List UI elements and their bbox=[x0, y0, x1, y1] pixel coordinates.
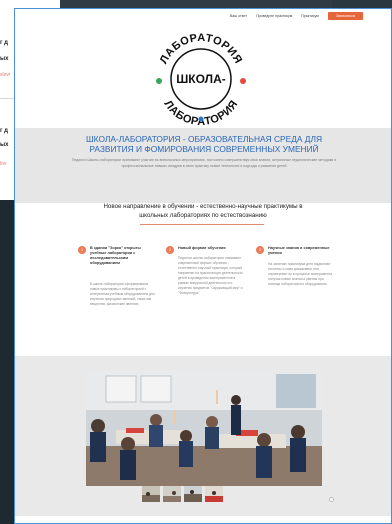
nav-item-answer[interactable]: Ваш ответ bbox=[230, 14, 247, 18]
classroom-photo[interactable] bbox=[86, 370, 322, 486]
background-text: г д bbox=[0, 128, 8, 134]
card-number-badge: 1 bbox=[78, 246, 86, 254]
gallery-thumbnail[interactable] bbox=[205, 486, 223, 502]
card-title: Научные знания и современные умения bbox=[268, 246, 330, 255]
logo-dot-red bbox=[240, 78, 246, 84]
logo-center-text: ШКОЛА- bbox=[176, 72, 226, 86]
carousel-indicator-dot[interactable] bbox=[329, 497, 334, 502]
school-laboratory-logo: ЛАБОРАТОРИЯ ШКОЛА- ЛАБОРАТОРИЯ bbox=[156, 32, 246, 128]
nav-item-conduct[interactable]: Проведите практикум bbox=[256, 14, 292, 18]
section-title-line: школьных лабораториях по естествознанию bbox=[139, 212, 267, 219]
background-text: ых bbox=[0, 142, 9, 148]
logo-dot-blue bbox=[198, 116, 204, 122]
background-desktop bbox=[0, 200, 14, 524]
gallery-thumbnail[interactable] bbox=[142, 486, 160, 502]
hero-title: ШКОЛА-ЛАБОРАТОРИЯ - ОБРАЗОВАТЕЛЬНАЯ СРЕД… bbox=[55, 134, 353, 154]
background-text: ых bbox=[0, 56, 9, 62]
card-number-badge: 3 bbox=[256, 246, 264, 254]
logo-dot-green bbox=[156, 78, 162, 84]
hero-title-line: РАЗВИТИЯ И ФОМИРОВАНИЯ СОВРЕМЕННЫХ УМЕНИ… bbox=[89, 144, 319, 154]
card-title: В здании "Зорко" открыты учебные лаборат… bbox=[90, 246, 141, 265]
section-divider bbox=[140, 224, 264, 225]
card-body: В школе-лаборатории сформированы новые п… bbox=[90, 282, 155, 306]
background-link[interactable]: slovr bbox=[0, 72, 11, 78]
card-title: Новый формат обучения bbox=[178, 246, 226, 250]
gallery-thumbnails bbox=[142, 486, 223, 502]
section-title-line: Новое направление в обучении - естествен… bbox=[103, 203, 303, 210]
section-title: Новое направление в обучении - естествен… bbox=[64, 202, 342, 220]
top-navigation: Ваш ответ Проведите практикум Практикум … bbox=[230, 12, 363, 20]
hero-description: Педагоги Школы-лаборатории принимают уча… bbox=[71, 158, 337, 168]
card-number-badge: 2 bbox=[166, 246, 174, 254]
nav-item-practicum[interactable]: Практикум bbox=[301, 14, 319, 18]
signup-button[interactable]: Записаться bbox=[327, 12, 363, 20]
background-link[interactable]: lov bbox=[0, 161, 6, 167]
card-body: Педагоги школы-лаборатории осваивают сов… bbox=[178, 256, 243, 295]
card-body: На занятиях практикума дети выдвигают ги… bbox=[268, 262, 333, 286]
gallery-thumbnail[interactable] bbox=[163, 486, 181, 502]
hero-title-line: ШКОЛА-ЛАБОРАТОРИЯ - ОБРАЗОВАТЕЛЬНАЯ СРЕД… bbox=[85, 134, 323, 144]
logo-arc-bottom: ЛАБОРАТОРИЯ bbox=[162, 98, 241, 128]
gallery-thumbnail[interactable] bbox=[184, 486, 202, 502]
background-text: г д bbox=[0, 40, 8, 46]
